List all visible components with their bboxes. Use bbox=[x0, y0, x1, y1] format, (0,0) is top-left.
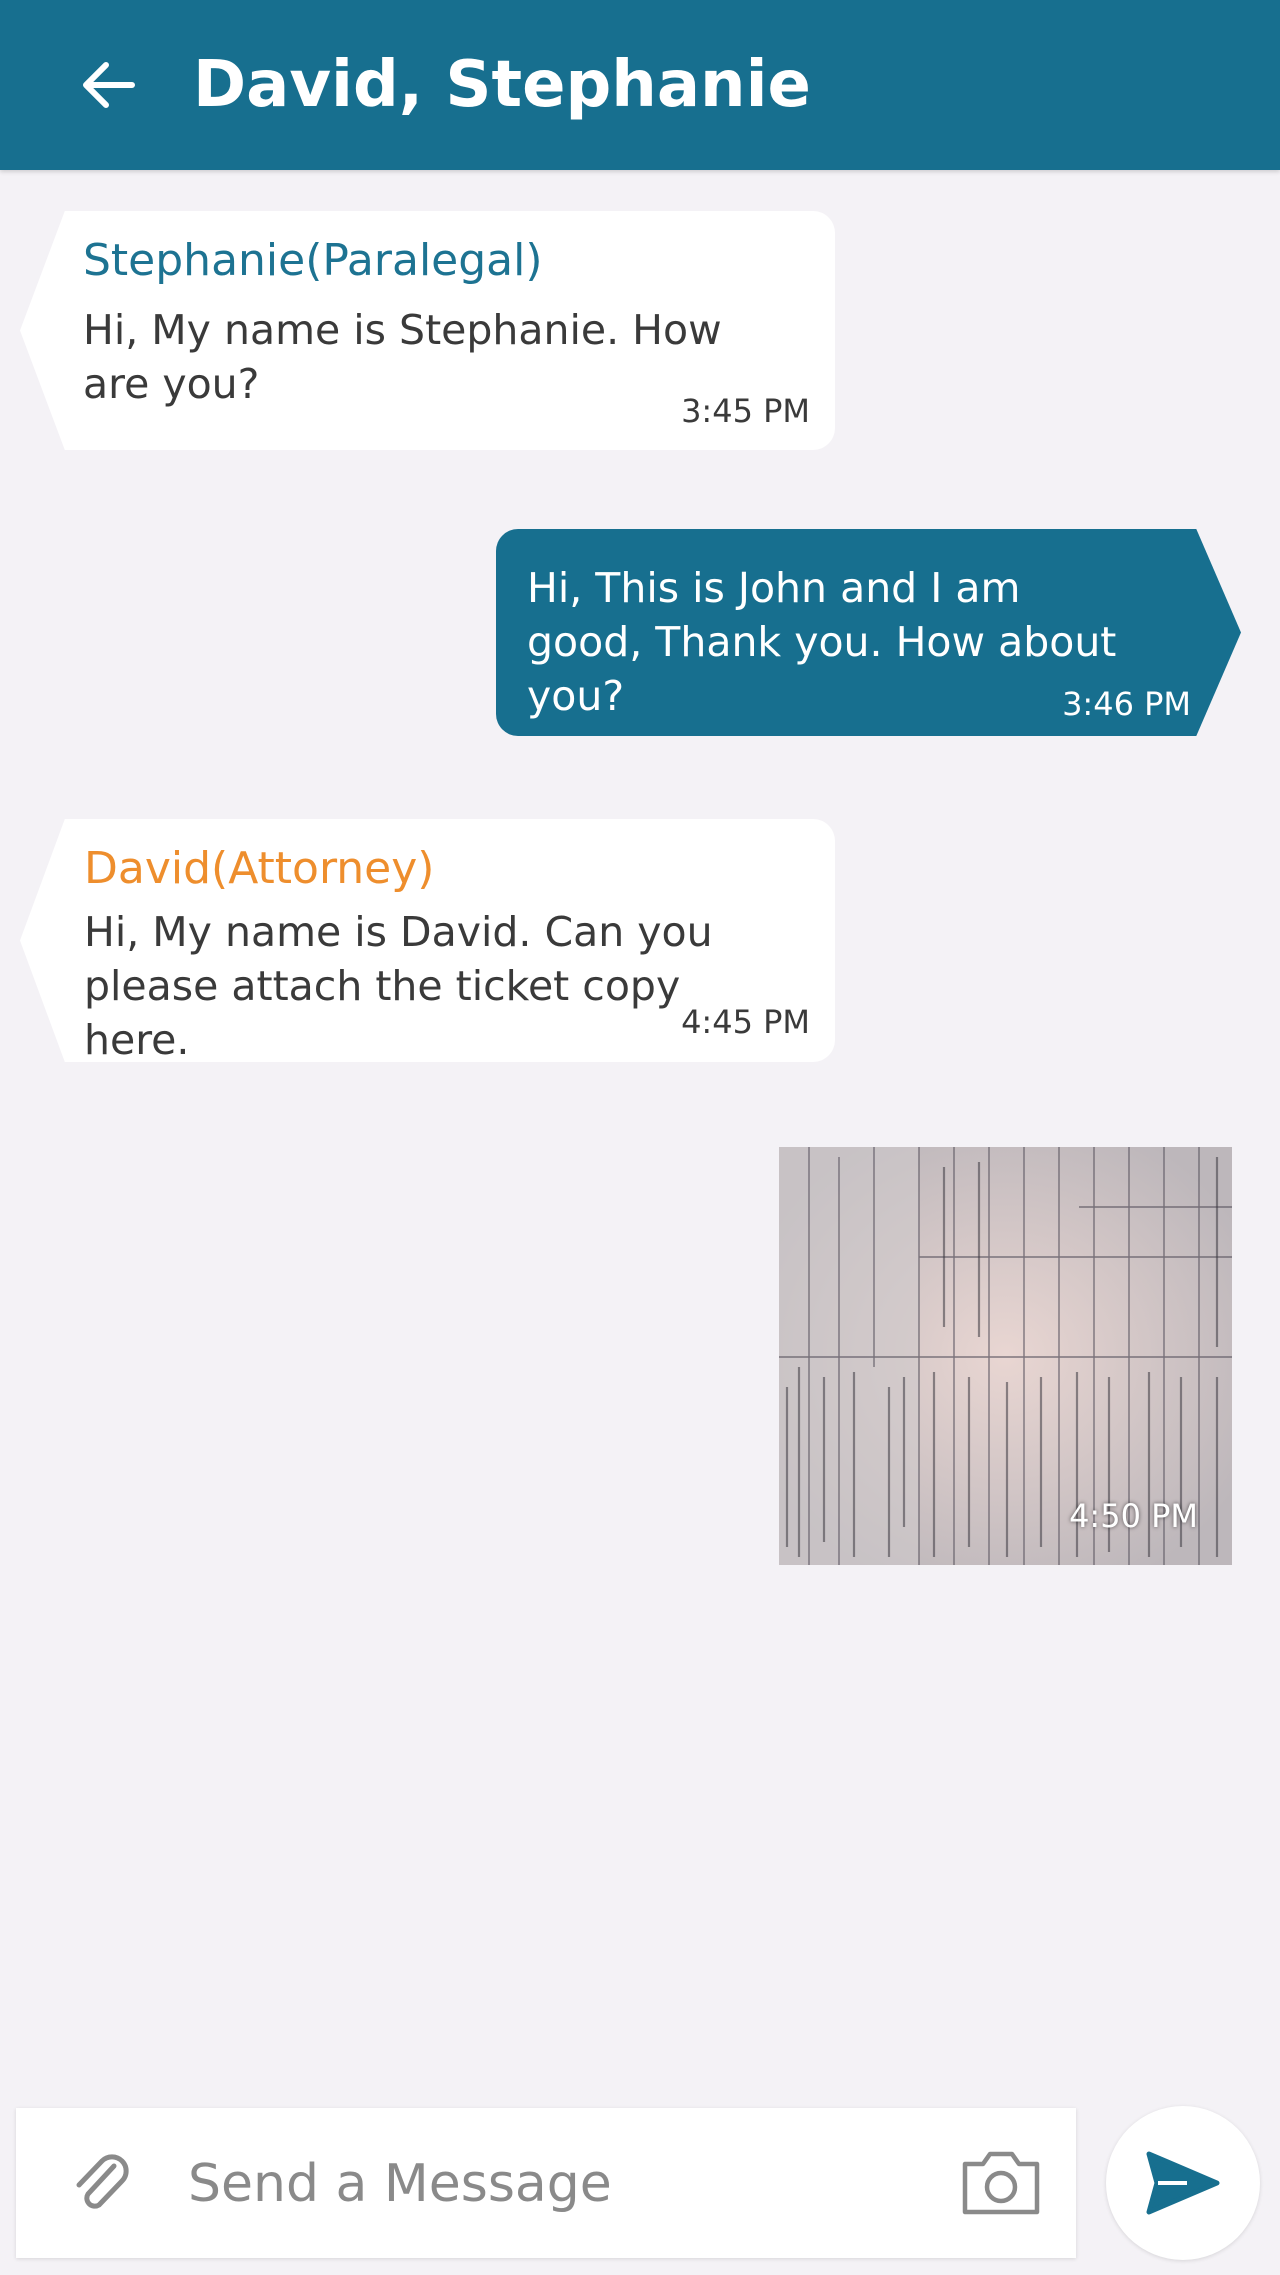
message-text: Hi, My name is Stephanie. How are you? bbox=[83, 306, 722, 408]
sender-name: David(Attorney) bbox=[84, 843, 435, 894]
camera-button[interactable] bbox=[956, 2138, 1046, 2228]
message-composer bbox=[16, 2108, 1076, 2258]
back-button[interactable] bbox=[68, 45, 148, 125]
message-time: 4:45 PM bbox=[681, 1003, 810, 1041]
incoming-message: Stephanie(Paralegal) Hi, My name is Step… bbox=[20, 211, 835, 450]
incoming-message: David(Attorney) Hi, My name is David. Ca… bbox=[20, 819, 835, 1062]
ticket-photo-attachment[interactable]: 4:50 PM bbox=[779, 1147, 1232, 1565]
send-icon bbox=[1146, 2151, 1220, 2215]
message-time: 3:45 PM bbox=[681, 392, 810, 430]
conversation-title: David, Stephanie bbox=[193, 48, 811, 122]
camera-icon bbox=[962, 2151, 1040, 2215]
message-text: Hi, My name is David. Can you please att… bbox=[84, 908, 713, 1064]
attach-button[interactable] bbox=[61, 2143, 141, 2223]
send-button[interactable] bbox=[1106, 2106, 1260, 2260]
arrow-left-icon bbox=[83, 62, 135, 108]
message-time: 4:50 PM bbox=[1069, 1497, 1198, 1535]
message-text: Hi, This is John and I am good, Thank yo… bbox=[527, 564, 1117, 720]
sender-name: Stephanie(Paralegal) bbox=[83, 235, 543, 286]
app-header: David, Stephanie bbox=[0, 0, 1280, 170]
paperclip-icon bbox=[76, 2154, 129, 2209]
outgoing-message: Hi, This is John and I am good, Thank yo… bbox=[496, 529, 1241, 736]
message-time: 3:46 PM bbox=[1062, 685, 1191, 723]
message-input[interactable] bbox=[186, 2138, 750, 2230]
